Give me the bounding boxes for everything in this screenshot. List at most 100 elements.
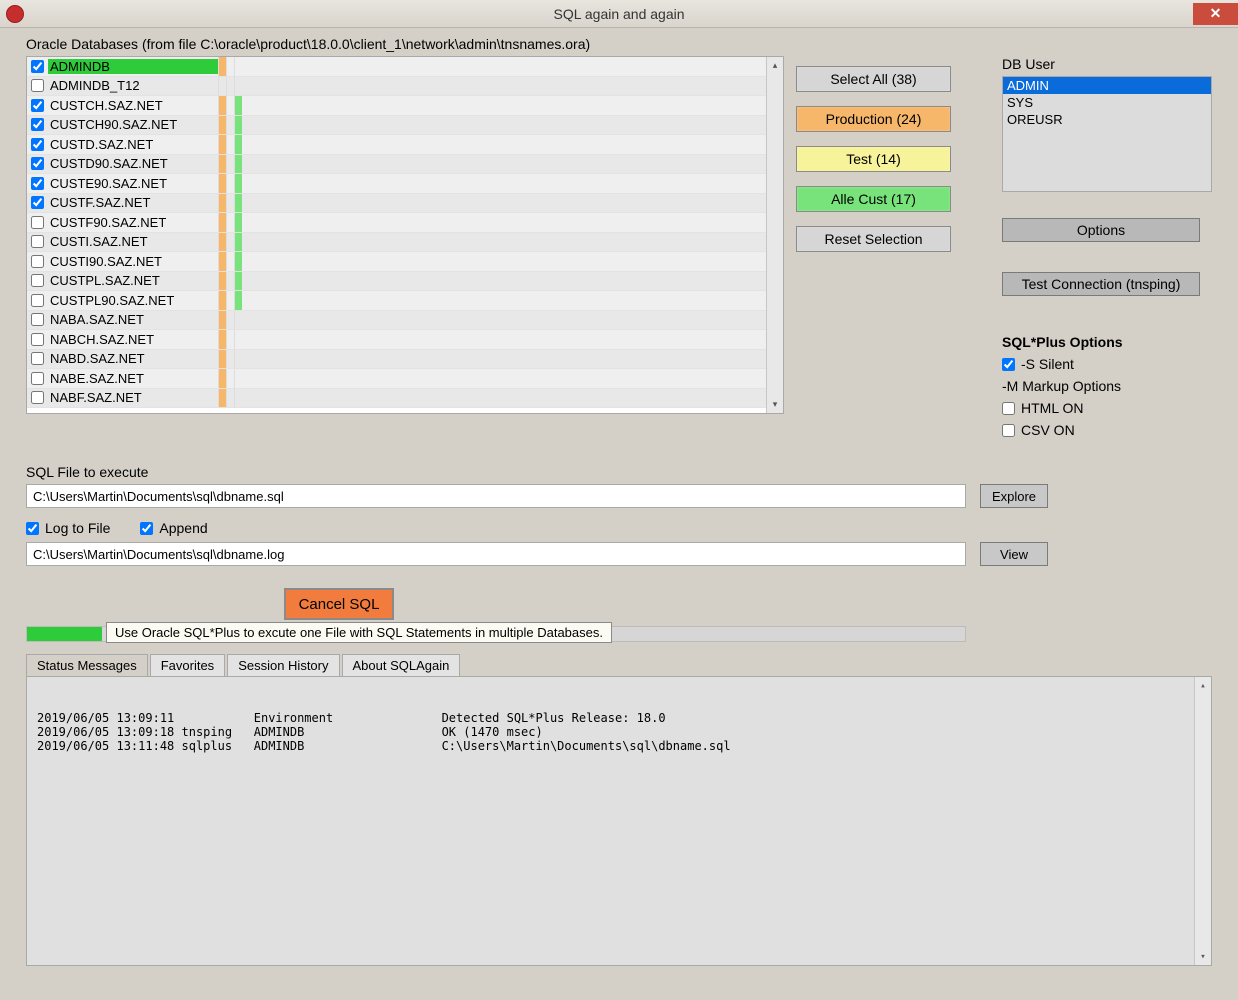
scroll-down-icon[interactable]: ▾ <box>767 396 783 413</box>
db-row-checkbox[interactable] <box>31 391 44 404</box>
db-user-item[interactable]: SYS <box>1003 94 1211 111</box>
db-row-checkbox[interactable] <box>31 352 44 365</box>
db-row-checkbox[interactable] <box>31 138 44 151</box>
test-filter-button[interactable]: Test (14) <box>796 146 951 172</box>
db-row-name: NABD.SAZ.NET <box>48 351 218 366</box>
log-scrollbar[interactable]: ▴ ▾ <box>1194 677 1211 965</box>
db-user-label: DB User <box>1002 56 1212 72</box>
tooltip: Use Oracle SQL*Plus to excute one File w… <box>106 622 612 643</box>
db-row-name: NABF.SAZ.NET <box>48 390 218 405</box>
csv-on-checkbox[interactable] <box>1002 424 1015 437</box>
db-row[interactable]: NABE.SAZ.NET <box>27 369 766 389</box>
db-row-checkbox[interactable] <box>31 313 44 326</box>
db-row-checkbox[interactable] <box>31 216 44 229</box>
log-to-file-checkbox[interactable] <box>26 522 39 535</box>
db-row[interactable]: CUSTPL90.SAZ.NET <box>27 291 766 311</box>
db-row-checkbox[interactable] <box>31 79 44 92</box>
tab-session-history[interactable]: Session History <box>227 654 339 677</box>
db-row-name: ADMINDB_T12 <box>48 78 218 93</box>
sql-file-input[interactable] <box>26 484 966 508</box>
options-button[interactable]: Options <box>1002 218 1200 242</box>
silent-label: -S Silent <box>1021 356 1074 372</box>
db-row[interactable]: CUSTPL.SAZ.NET <box>27 272 766 292</box>
db-row[interactable]: CUSTE90.SAZ.NET <box>27 174 766 194</box>
tab-about-sqlagain[interactable]: About SQLAgain <box>342 654 461 677</box>
db-row-name: CUSTF90.SAZ.NET <box>48 215 218 230</box>
test-connection-button[interactable]: Test Connection (tnsping) <box>1002 272 1200 296</box>
db-row-name: CUSTE90.SAZ.NET <box>48 176 218 191</box>
db-row[interactable]: CUSTD90.SAZ.NET <box>27 155 766 175</box>
html-on-label: HTML ON <box>1021 400 1083 416</box>
db-row-checkbox[interactable] <box>31 60 44 73</box>
scroll-up-icon[interactable]: ▴ <box>767 57 783 74</box>
db-row[interactable]: CUSTD.SAZ.NET <box>27 135 766 155</box>
db-row[interactable]: CUSTI.SAZ.NET <box>27 233 766 253</box>
db-row[interactable]: CUSTI90.SAZ.NET <box>27 252 766 272</box>
db-row-name: CUSTI90.SAZ.NET <box>48 254 218 269</box>
cancel-sql-button[interactable]: Cancel SQL <box>284 588 394 620</box>
view-button[interactable]: View <box>980 542 1048 566</box>
db-row-name: CUSTPL.SAZ.NET <box>48 273 218 288</box>
reset-selection-button[interactable]: Reset Selection <box>796 226 951 252</box>
append-checkbox[interactable] <box>140 522 153 535</box>
alle-cust-filter-button[interactable]: Alle Cust (17) <box>796 186 951 212</box>
db-user-item[interactable]: ADMIN <box>1003 77 1211 94</box>
db-row-name: NABE.SAZ.NET <box>48 371 218 386</box>
db-row-checkbox[interactable] <box>31 177 44 190</box>
db-list-scrollbar[interactable]: ▴ ▾ <box>766 57 783 413</box>
db-row[interactable]: CUSTF.SAZ.NET <box>27 194 766 214</box>
db-list-label: Oracle Databases (from file C:\oracle\pr… <box>26 36 1212 52</box>
db-row-name: CUSTD.SAZ.NET <box>48 137 218 152</box>
db-row-name: CUSTCH.SAZ.NET <box>48 98 218 113</box>
db-row-name: CUSTF.SAZ.NET <box>48 195 218 210</box>
db-row-checkbox[interactable] <box>31 118 44 131</box>
db-row-name: CUSTCH90.SAZ.NET <box>48 117 218 132</box>
log-file-input[interactable] <box>26 542 966 566</box>
db-row[interactable]: CUSTCH90.SAZ.NET <box>27 116 766 136</box>
db-row-name: CUSTI.SAZ.NET <box>48 234 218 249</box>
db-row-checkbox[interactable] <box>31 294 44 307</box>
production-filter-button[interactable]: Production (24) <box>796 106 951 132</box>
db-row-checkbox[interactable] <box>31 333 44 346</box>
tab-status-messages[interactable]: Status Messages <box>26 654 148 677</box>
csv-on-label: CSV ON <box>1021 422 1075 438</box>
bottom-tabs: Status MessagesFavoritesSession HistoryA… <box>26 654 1212 677</box>
db-row-checkbox[interactable] <box>31 372 44 385</box>
silent-checkbox[interactable] <box>1002 358 1015 371</box>
db-row-name: NABA.SAZ.NET <box>48 312 218 327</box>
log-to-file-label: Log to File <box>45 520 110 536</box>
db-user-item[interactable]: OREUSR <box>1003 111 1211 128</box>
window-title: SQL again and again <box>553 6 684 22</box>
db-row-checkbox[interactable] <box>31 274 44 287</box>
db-row[interactable]: ADMINDB <box>27 57 766 77</box>
progress-fill <box>27 627 102 641</box>
scroll-down-icon[interactable]: ▾ <box>1195 948 1211 965</box>
db-row[interactable]: CUSTF90.SAZ.NET <box>27 213 766 233</box>
status-messages-panel: 2019/06/05 13:09:11 Environment Detected… <box>26 676 1212 966</box>
close-button[interactable]: ✕ <box>1193 3 1238 25</box>
tab-favorites[interactable]: Favorites <box>150 654 225 677</box>
db-row[interactable]: NABA.SAZ.NET <box>27 311 766 331</box>
sql-file-label: SQL File to execute <box>26 464 1212 480</box>
select-all-button[interactable]: Select All (38) <box>796 66 951 92</box>
db-row-name: ADMINDB <box>48 59 218 74</box>
markup-options-label: -M Markup Options <box>1002 378 1212 394</box>
db-row-name: CUSTPL90.SAZ.NET <box>48 293 218 308</box>
titlebar: SQL again and again ✕ <box>0 0 1238 28</box>
scroll-up-icon[interactable]: ▴ <box>1195 677 1211 694</box>
db-row-checkbox[interactable] <box>31 196 44 209</box>
html-on-checkbox[interactable] <box>1002 402 1015 415</box>
db-row-checkbox[interactable] <box>31 157 44 170</box>
explore-button[interactable]: Explore <box>980 484 1048 508</box>
database-list[interactable]: ADMINDB ADMINDB_T12 CUSTCH.SAZ.NET CUSTCH90… <box>26 56 784 414</box>
db-row[interactable]: CUSTCH.SAZ.NET <box>27 96 766 116</box>
app-icon <box>6 5 24 23</box>
db-user-list[interactable]: ADMINSYSOREUSR <box>1002 76 1212 192</box>
db-row-checkbox[interactable] <box>31 99 44 112</box>
db-row[interactable]: NABCH.SAZ.NET <box>27 330 766 350</box>
db-row-checkbox[interactable] <box>31 255 44 268</box>
db-row[interactable]: NABD.SAZ.NET <box>27 350 766 370</box>
db-row[interactable]: ADMINDB_T12 <box>27 77 766 97</box>
db-row[interactable]: NABF.SAZ.NET <box>27 389 766 409</box>
db-row-checkbox[interactable] <box>31 235 44 248</box>
